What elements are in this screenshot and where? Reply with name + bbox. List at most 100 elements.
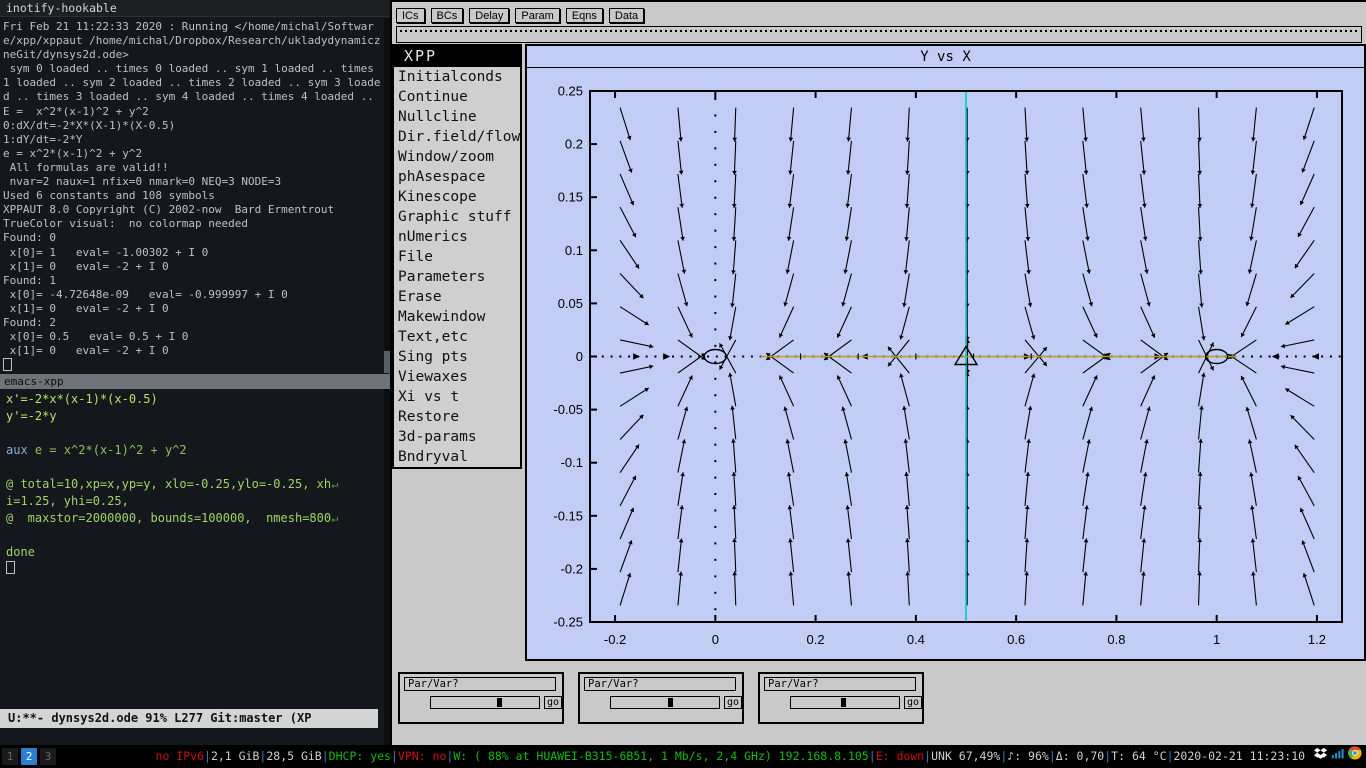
menu-item-numerics[interactable]: nUmerics [394, 227, 520, 247]
ode-done-keyword: done [6, 545, 35, 559]
menu-title: XPP [394, 46, 520, 67]
trajectory-dot [714, 608, 717, 611]
terminal-output[interactable]: Fri Feb 21 11:22:33 2020 : Running </hom… [0, 18, 384, 373]
terminal-line: x[0]= -4.72648e-09 eval= -0.999997 + I 0 [9, 287, 288, 301]
phase-plane-plot[interactable]: Y vs X -0.2 0 0.2 0.4 0.6 0.8 1 1.2 -0.25 -0.2 -0.… [525, 44, 1366, 661]
y-tick-label: 0.05 [558, 296, 583, 311]
toolbar-button-param[interactable]: Param [515, 8, 560, 23]
trajectory-dot [698, 355, 701, 358]
menu-item-nullcline[interactable]: Nullcline [394, 107, 520, 127]
trajectory-dot [601, 355, 604, 358]
menu-item-parameters[interactable]: Parameters [394, 267, 520, 287]
parvar-slider-2[interactable] [610, 696, 720, 709]
trajectory-dot [714, 377, 717, 380]
plot-svg[interactable]: -0.2 0 0.2 0.4 0.6 0.8 1 1.2 -0.25 -0.2 -0.15 -0.1 -… [527, 69, 1364, 659]
trajectory-dot [714, 460, 717, 463]
parvar-go-button-1[interactable]: go [544, 696, 562, 709]
parvar-input-3[interactable]: Par/Var? [764, 677, 916, 691]
trajectory-dot [714, 311, 717, 314]
menu-item-phasespace[interactable]: phAsespace [394, 167, 520, 187]
chrome-icon[interactable] [1348, 745, 1362, 768]
parvar-box-1: Par/Var? go [398, 672, 564, 724]
emacs-titlebar: emacs-xpp [0, 374, 390, 389]
emacs-buffer[interactable]: x'=-2*x*(x-1)*(x-0.5) y'=-2*y aux e = x^… [0, 389, 384, 707]
terminal-line: Found: 0 [3, 231, 56, 245]
y-tick-label: -0.25 [553, 615, 583, 630]
menu-item-erase[interactable]: Erase [394, 287, 520, 307]
trajectory-dot [714, 97, 717, 100]
trajectory-dot [742, 355, 745, 358]
y-tick-label: 0 [576, 349, 583, 364]
workspace-3[interactable]: 3 [40, 748, 56, 765]
toolbar-button-bcs[interactable]: BCs [430, 8, 464, 23]
trajectory-dot [715, 355, 718, 358]
trajectory-dot [714, 558, 717, 561]
menu-item-graphic-stuff[interactable]: Graphic stuff [394, 207, 520, 227]
parvar-slider-1[interactable] [430, 696, 540, 709]
trajectory-dot [1242, 355, 1245, 358]
trajectory-dot [714, 163, 717, 166]
menu-item-window-zoom[interactable]: Window/zoom [394, 147, 520, 167]
trajectory-dot [714, 525, 717, 528]
x-tick-label: 0 [712, 632, 719, 647]
terminal-titlebar: inotify-hookable [0, 0, 390, 17]
dropbox-icon[interactable] [1314, 745, 1327, 768]
parvar-go-button-3[interactable]: go [904, 696, 922, 709]
trajectory-dot [714, 410, 717, 413]
toolbar-button-eqns[interactable]: Eqns [565, 8, 603, 23]
parvar-box-2: Par/Var? go [578, 672, 744, 724]
trajectory-dot [1259, 355, 1262, 358]
x-tick-label: -0.2 [604, 632, 626, 647]
menu-item-kinescope[interactable]: Kinescope [394, 187, 520, 207]
trajectory-dot [714, 246, 717, 249]
trajectory-dot [1329, 355, 1332, 358]
plot-canvas[interactable]: -0.2 0 0.2 0.4 0.6 0.8 1 1.2 -0.25 -0.2 -0.15 -0.1 -… [527, 69, 1364, 659]
toolbar-button-ics[interactable]: ICs [396, 8, 425, 23]
trajectory-dot [714, 279, 717, 282]
menu-item-dir-field-flow[interactable]: Dir.field/flow [394, 127, 520, 147]
x-tick-label: 0.6 [1007, 632, 1025, 647]
aux-expression: e = x^2*(x-1)^2 + y^2 [34, 443, 187, 457]
terminal-line: x[1]= 0 eval= -2 + I 0 [9, 301, 169, 315]
menu-item-continue[interactable]: Continue [394, 87, 520, 107]
workspace-1[interactable]: 1 [2, 748, 18, 765]
y-tick-label: 0.25 [558, 84, 583, 99]
terminal-line: Fri Feb 21 11:22:33 2020 : Running </hom… [3, 20, 381, 62]
status-separator: | [204, 749, 211, 763]
workspace-2[interactable]: 2 [21, 748, 37, 765]
trajectory-dot [1268, 355, 1271, 358]
toolbar-button-delay[interactable]: Delay [469, 8, 510, 23]
trajectory-dot [714, 328, 717, 331]
trajectory-dot [714, 114, 717, 117]
x-tick-label: 0.4 [907, 632, 925, 647]
trajectory-dot [714, 130, 717, 133]
parvar-input-2[interactable]: Par/Var? [584, 677, 736, 691]
trajectory-dot [750, 355, 753, 358]
parvar-input-1[interactable]: Par/Var? [404, 677, 556, 691]
y-tick-label: 0.1 [565, 243, 583, 258]
menu-item-viewaxes[interactable]: Viewaxes [394, 367, 520, 387]
parvar-slider-knob-1[interactable] [497, 698, 502, 707]
menu-item-text-etc[interactable]: Text,etc [394, 327, 520, 347]
menu-item-bndryval[interactable]: Bndryval [394, 447, 520, 467]
trajectory-dot [714, 262, 717, 265]
trajectory-dot [1294, 355, 1297, 358]
parvar-slider-knob-3[interactable] [841, 698, 846, 707]
menu-item-file[interactable]: File [394, 247, 520, 267]
trajectory-dot [714, 295, 717, 298]
parvar-go-button-2[interactable]: go [724, 696, 742, 709]
wifi-icon[interactable] [1331, 745, 1344, 768]
trajectory-dot [714, 509, 717, 512]
parvar-slider-3[interactable] [790, 696, 900, 709]
toolbar-button-data[interactable]: Data [608, 8, 645, 23]
parvar-slider-knob-2[interactable] [668, 698, 673, 707]
status-separator: | [1048, 749, 1056, 763]
menu-item-3d-params[interactable]: 3d-params [394, 427, 520, 447]
status-item: 28,5 GiB [266, 749, 322, 763]
menu-item-xi-vs-t[interactable]: Xi vs t [394, 387, 520, 407]
menu-item-makewindow[interactable]: Makewindow [394, 307, 520, 327]
menu-item-restore[interactable]: Restore [394, 407, 520, 427]
menu-item-sing-pts[interactable]: Sing pts [394, 347, 520, 367]
menu-item-initialconds[interactable]: Initialconds [394, 67, 520, 87]
parvar-slider-row: Par/Var? go Par/Var? go Par/Var? go [398, 672, 958, 727]
